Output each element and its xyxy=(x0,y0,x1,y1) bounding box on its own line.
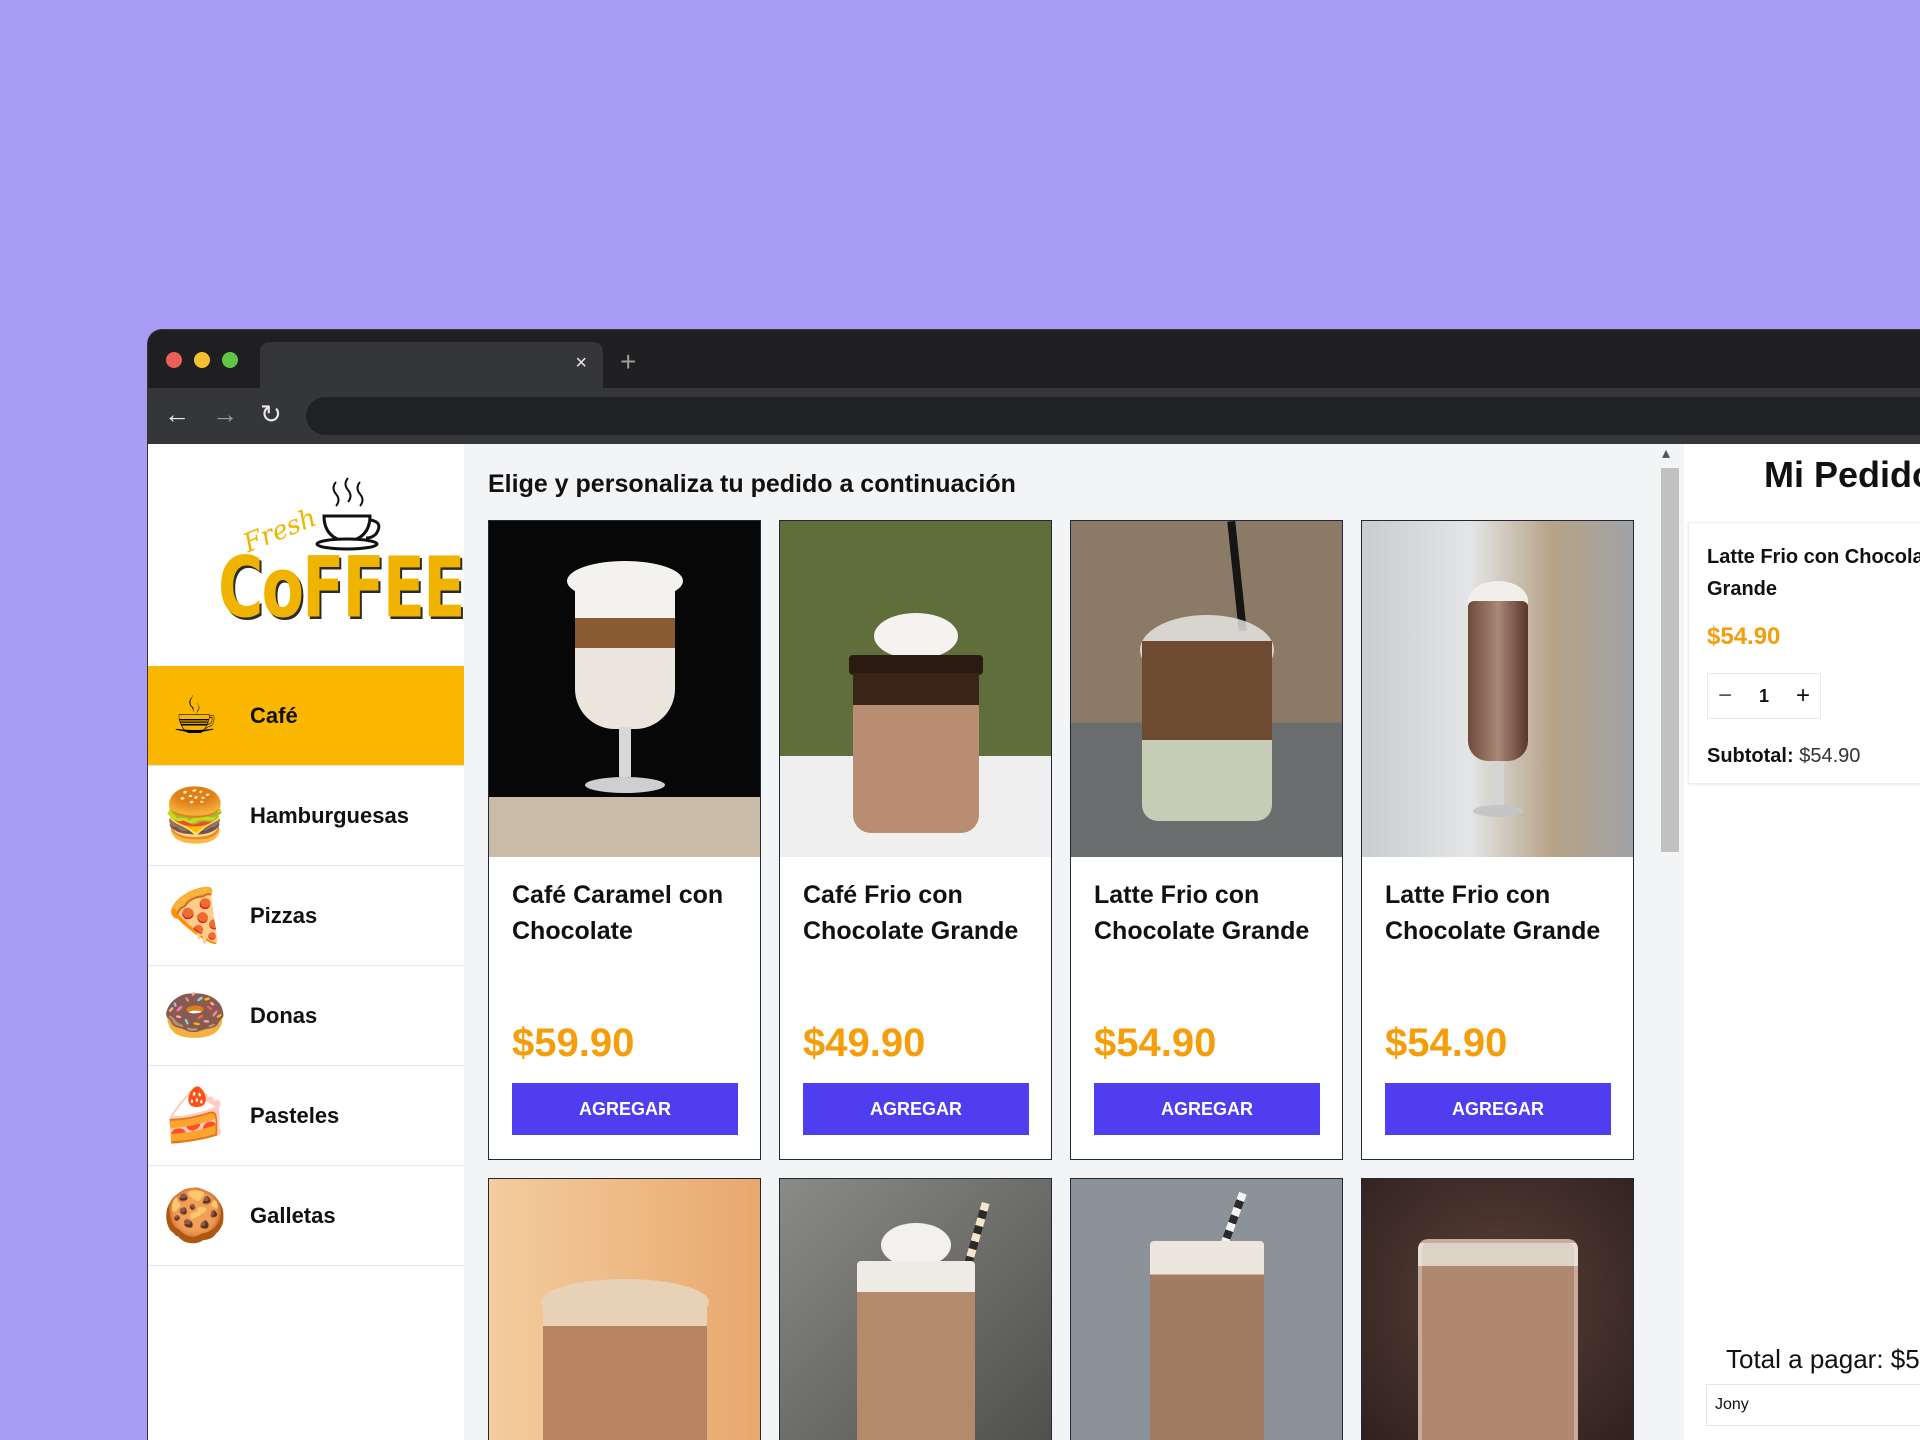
product-image xyxy=(780,521,1051,857)
order-item: Latte Frio con Chocolate Grande $54.90 −… xyxy=(1688,522,1920,784)
decrease-quantity-button[interactable]: − xyxy=(1718,684,1732,708)
sidebar-item-pasteles[interactable]: 🍰 Pasteles xyxy=(148,1066,464,1166)
product-price: $54.90 xyxy=(1094,1021,1217,1065)
sidebar-item-label: Pizzas xyxy=(250,902,318,928)
quantity-value: 1 xyxy=(1758,685,1769,706)
fresh-coffee-logo: Fresh CoFFEE xyxy=(208,472,466,637)
order-total: Total a pagar: $54.90 xyxy=(1726,1344,1920,1374)
scroll-up-arrow-icon[interactable]: ▴ xyxy=(1662,446,1670,462)
product-image xyxy=(1362,1179,1633,1440)
sidebar-item-hamburguesas[interactable]: 🍔 Hamburguesas xyxy=(148,766,464,866)
product-card xyxy=(488,1178,761,1440)
donut-icon: 🍩 xyxy=(162,985,228,1046)
order-item-price: $54.90 xyxy=(1707,623,1781,650)
product-area: Elige y personaliza tu pedido a continua… xyxy=(464,444,1652,1440)
product-price: $54.90 xyxy=(1385,1021,1508,1065)
product-image xyxy=(1071,521,1342,857)
product-card: Latte Frio con Chocolate Grande $54.90 A… xyxy=(1070,520,1343,1160)
add-to-order-button[interactable]: AGREGAR xyxy=(1385,1083,1611,1135)
increase-quantity-button[interactable]: + xyxy=(1796,684,1810,708)
sidebar-item-cafe[interactable]: ☕ Café xyxy=(148,666,464,766)
page-viewport: Fresh CoFFEE ☕ Café 🍔 Hamburguesas 🍕 Piz… xyxy=(148,444,1920,1440)
product-card xyxy=(1070,1178,1343,1440)
back-arrow-icon[interactable]: ← xyxy=(164,400,190,428)
add-to-order-button[interactable]: AGREGAR xyxy=(512,1083,738,1135)
address-bar[interactable] xyxy=(306,397,1920,435)
coffee-cup-icon: ☕ xyxy=(171,685,219,746)
logo-brand-word: CoFFEE xyxy=(218,538,466,637)
sidebar-item-label: Donas xyxy=(250,1002,318,1028)
scroll-thumb[interactable] xyxy=(1661,468,1679,852)
sidebar-item-pizzas[interactable]: 🍕 Pizzas xyxy=(148,866,464,966)
product-name: Café Caramel con Chocolate xyxy=(512,881,724,945)
product-image xyxy=(780,1179,1051,1440)
product-card: Café Frio con Chocolate Grande $49.90 AG… xyxy=(779,520,1052,1160)
sidebar-item-label: Hamburguesas xyxy=(250,802,409,828)
sidebar-item-donas[interactable]: 🍩 Donas xyxy=(148,966,464,1066)
sidebar-item-label: Café xyxy=(250,702,298,728)
new-tab-icon[interactable]: + xyxy=(620,348,636,376)
product-image xyxy=(489,521,760,857)
order-item-name: Latte Frio con Chocolate Grande xyxy=(1707,546,1920,600)
quantity-stepper: − 1 + xyxy=(1707,673,1821,719)
order-title: Mi Pedido xyxy=(1764,454,1920,495)
burger-icon: 🍔 xyxy=(162,785,228,846)
page-title: Elige y personaliza tu pedido a continua… xyxy=(488,470,1016,498)
browser-titlebar: × + xyxy=(148,330,1920,390)
sidebar-item-galletas[interactable]: 🍪 Galletas xyxy=(148,1166,464,1266)
reload-icon[interactable]: ↻ xyxy=(260,400,282,428)
cookie-icon: 🍪 xyxy=(162,1185,228,1246)
browser-toolbar: ← → ↻ xyxy=(148,388,1920,444)
product-card xyxy=(779,1178,1052,1440)
category-list: ☕ Café 🍔 Hamburguesas 🍕 Pizzas 🍩 Donas 🍰 xyxy=(148,666,464,1266)
product-price: $49.90 xyxy=(803,1021,926,1065)
product-image xyxy=(489,1179,760,1440)
order-subtotal: Subtotal: $54.90 xyxy=(1707,745,1860,768)
product-image xyxy=(1071,1179,1342,1440)
add-to-order-button[interactable]: AGREGAR xyxy=(1094,1083,1320,1135)
sidebar-item-label: Galletas xyxy=(250,1202,336,1228)
product-card: Latte Frio con Chocolate Grande $54.90 A… xyxy=(1361,520,1634,1160)
close-window-button[interactable] xyxy=(166,352,182,368)
product-image xyxy=(1362,521,1633,857)
forward-arrow-icon[interactable]: → xyxy=(212,400,238,428)
sidebar-item-label: Pasteles xyxy=(250,1102,340,1128)
order-panel: Mi Pedido Latte Frio con Chocolate Grand… xyxy=(1684,444,1920,1440)
subtotal-value: $54.90 xyxy=(1799,745,1861,767)
pizza-icon: 🍕 xyxy=(162,885,228,946)
product-card xyxy=(1361,1178,1634,1440)
subtotal-label: Subtotal: xyxy=(1707,745,1794,767)
product-name: Café Frio con Chocolate Grande xyxy=(803,881,1019,945)
tab-close-icon[interactable]: × xyxy=(575,352,587,374)
add-to-order-button[interactable]: AGREGAR xyxy=(803,1083,1029,1135)
main-scrollbar[interactable]: ▴ xyxy=(1656,444,1684,1440)
cake-icon: 🍰 xyxy=(162,1085,228,1146)
product-card: Café Caramel con Chocolate $59.90 AGREGA… xyxy=(488,520,761,1160)
product-name: Latte Frio con Chocolate Grande xyxy=(1094,881,1310,945)
browser-tab[interactable]: × xyxy=(260,342,603,390)
minimize-window-button[interactable] xyxy=(194,352,210,368)
maximize-window-button[interactable] xyxy=(222,352,238,368)
product-name: Latte Frio con Chocolate Grande xyxy=(1385,881,1601,945)
product-price: $59.90 xyxy=(512,1021,635,1065)
category-sidebar: Fresh CoFFEE ☕ Café 🍔 Hamburguesas 🍕 Piz… xyxy=(148,444,466,1440)
customer-name-input[interactable] xyxy=(1706,1384,1920,1426)
browser-window: × + ← → ↻ Fresh CoFFEE ☕ Café 🍔 Hamburgu… xyxy=(148,330,1920,1440)
